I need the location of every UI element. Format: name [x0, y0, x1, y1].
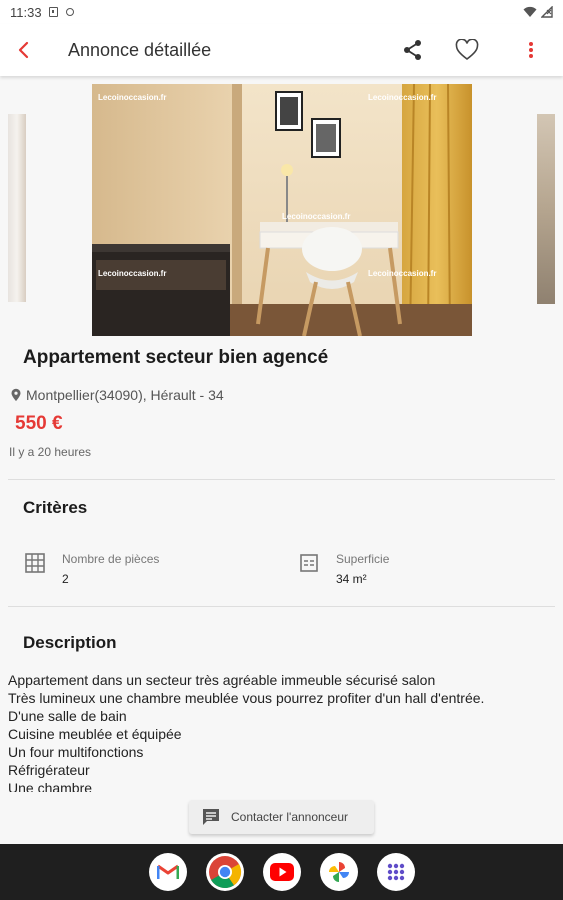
more-vert-icon: [529, 42, 533, 58]
dock-app-drawer[interactable]: [376, 853, 415, 891]
back-button[interactable]: [4, 30, 44, 70]
photos-icon: [328, 862, 349, 882]
criteria-value: 34 m²: [336, 572, 367, 586]
share-button[interactable]: [389, 26, 437, 74]
gmail-icon: [156, 864, 179, 879]
dock-youtube[interactable]: [262, 853, 301, 891]
notification-dot-icon: [65, 7, 74, 17]
more-options-button[interactable]: [507, 26, 555, 74]
chrome-icon: [208, 856, 241, 889]
wifi-icon: [523, 6, 537, 17]
main-photo[interactable]: Lecoinoccasion.fr Lecoinoccasion.fr Leco…: [92, 84, 472, 336]
description-line: Appartement dans un secteur très agréabl…: [8, 672, 436, 688]
posted-time: Il y a 20 heures: [9, 445, 92, 459]
favorite-heart-icon: [455, 39, 479, 61]
app-drawer-icon: [387, 863, 404, 881]
description-line: Réfrigérateur: [8, 762, 90, 778]
status-bar: 11:33: [0, 0, 563, 24]
description-title: Description: [23, 633, 117, 652]
status-time: 11:33: [10, 4, 42, 20]
grid-icon: [25, 553, 45, 573]
description-line: Très lumineux une chambre meublée vous p…: [8, 690, 485, 706]
listing-content[interactable]: Lecoinoccasion.fr Lecoinoccasion.fr Leco…: [0, 76, 563, 792]
listing-title: Appartement secteur bien agencé: [23, 347, 329, 368]
watermark-text: Lecoinoccasion.fr: [368, 269, 436, 278]
dock-chrome[interactable]: [205, 853, 244, 891]
divider: [8, 606, 555, 607]
area-icon: [300, 554, 318, 572]
share-icon: [404, 40, 421, 60]
dock-photos[interactable]: [319, 853, 358, 891]
description-text: Appartement dans un secteur très agréabl…: [0, 671, 563, 792]
criteria-section: Nombre de pièces 2 Superficie 34 m²: [0, 518, 563, 606]
chat-icon: [203, 809, 219, 825]
signal-icon: [541, 6, 553, 18]
description-line: Un four multifonctions: [8, 744, 144, 760]
description-line: D'une salle de bain: [8, 708, 127, 724]
criteria-label: Superficie: [336, 552, 390, 566]
description-line: Une chambre: [8, 780, 93, 792]
listing-price: 550 €: [15, 413, 63, 434]
app-dock: [0, 844, 563, 900]
watermark-text: Lecoinoccasion.fr: [282, 212, 350, 221]
divider: [8, 479, 555, 480]
criteria-item-area: Superficie 34 m²: [298, 552, 389, 586]
criteria-item-rooms: Nombre de pièces 2: [24, 552, 159, 586]
location-pin-icon: [11, 388, 21, 401]
dock-gmail[interactable]: [148, 853, 187, 891]
description-line: Cuisine meublée et équipée: [8, 726, 182, 742]
criteria-title: Critères: [23, 498, 88, 517]
gallery-previous-photo[interactable]: [8, 114, 26, 302]
notification-square-icon: [48, 7, 58, 17]
favorite-button[interactable]: [443, 26, 491, 74]
location-text: Montpellier(34090), Hérault - 34: [26, 387, 224, 403]
photo-gallery[interactable]: Lecoinoccasion.fr Lecoinoccasion.fr Leco…: [0, 76, 563, 341]
criteria-value: 2: [62, 572, 69, 586]
gallery-next-photo[interactable]: [537, 114, 555, 304]
back-chevron-icon: [18, 41, 29, 59]
contact-button-label: Contacter l'annonceur: [231, 810, 349, 824]
watermark-text: Lecoinoccasion.fr: [368, 93, 436, 102]
contact-seller-button[interactable]: Contacter l'annonceur: [189, 800, 374, 834]
watermark-text: Lecoinoccasion.fr: [98, 93, 166, 102]
listing-location: Montpellier(34090), Hérault - 34: [0, 387, 563, 403]
watermark-text: Lecoinoccasion.fr: [98, 269, 166, 278]
youtube-icon: [269, 863, 294, 881]
app-bar: Annonce détaillée: [0, 24, 563, 76]
criteria-label: Nombre de pièces: [62, 552, 160, 566]
page-title: Annonce détaillée: [68, 39, 212, 60]
